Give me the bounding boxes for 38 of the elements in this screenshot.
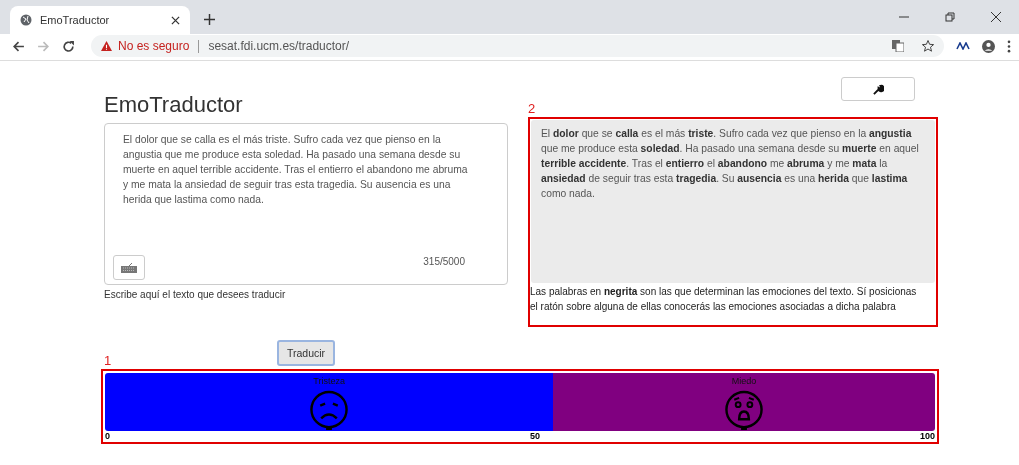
scale-label: 0	[105, 431, 110, 441]
translated-text: El dolor que se calla es el más triste. Sufro cada vez que pienso en la angustia que me produce esta soledad. Ha pasado una semana desde su muerte en aquel terrible accidente. Tras el entierro el abandono me abruma y me mata la ansiedad de seguir tras esta tragedia. Su ausencia es una herida que lastima como nada.	[541, 127, 920, 201]
wrench-icon	[872, 83, 884, 95]
extension-icon[interactable]	[956, 42, 970, 50]
close-icon[interactable]	[171, 15, 180, 25]
reload-icon[interactable]	[62, 39, 75, 53]
restore-icon[interactable]	[945, 12, 955, 22]
url-text: sesat.fdi.ucm.es/traductor/	[208, 39, 350, 53]
close-icon[interactable]	[991, 12, 1001, 22]
emotion-label: Miedo	[731, 376, 757, 386]
keyboard-icon	[121, 262, 137, 273]
translate-icon[interactable]	[892, 40, 904, 52]
address-bar[interactable]: No es seguro sesat.fdi.ucm.es/traductor/	[91, 35, 944, 57]
new-tab-icon[interactable]	[204, 14, 215, 25]
back-icon[interactable]	[12, 39, 25, 53]
help-note: Las palabras en negrita son las que determinan las emociones del texto. Sí posicionas el ratón sobre alguna de ellas conocerás las emociones asociadas a dicha palabra	[530, 285, 918, 314]
star-icon[interactable]	[922, 40, 934, 52]
translate-button[interactable]: Traducir	[277, 340, 336, 366]
menu-icon[interactable]	[1007, 39, 1011, 53]
emotion-label: Tristeza	[313, 376, 345, 386]
annotation-number: 2	[528, 101, 537, 117]
scared-face-icon	[724, 390, 765, 431]
input-text: El dolor que se calla es el más triste. Sufro cada vez que pienso en la angustia que me produce esta soledad. Ha pasado una semana desde su muerte en aquel terrible accidente. Tras el entierro el abandono me abruma y me mata la ansiedad de seguir tras esta tragedia. Su ausencia es una herida que lastima como nada.	[123, 133, 469, 207]
security-label: No es seguro	[118, 39, 190, 53]
keyboard-button[interactable]	[113, 255, 145, 280]
app-title: EmoTraductor	[104, 93, 244, 117]
settings-button[interactable]	[841, 77, 915, 101]
scale-label: 100	[919, 431, 935, 441]
input-hint: Escribe aquí el texto que desees traducir	[104, 289, 287, 300]
tab-title: EmoTraductor	[40, 14, 111, 26]
warning-icon	[101, 40, 112, 52]
text-input-field[interactable]	[104, 123, 508, 285]
scale-label: 50	[530, 431, 540, 441]
character-counter: 315/5000	[423, 256, 465, 267]
browser-tab[interactable]: EmoTraductor	[10, 6, 190, 34]
sad-face-icon	[309, 390, 350, 431]
globe-icon	[20, 14, 32, 26]
profile-icon[interactable]	[982, 39, 995, 53]
